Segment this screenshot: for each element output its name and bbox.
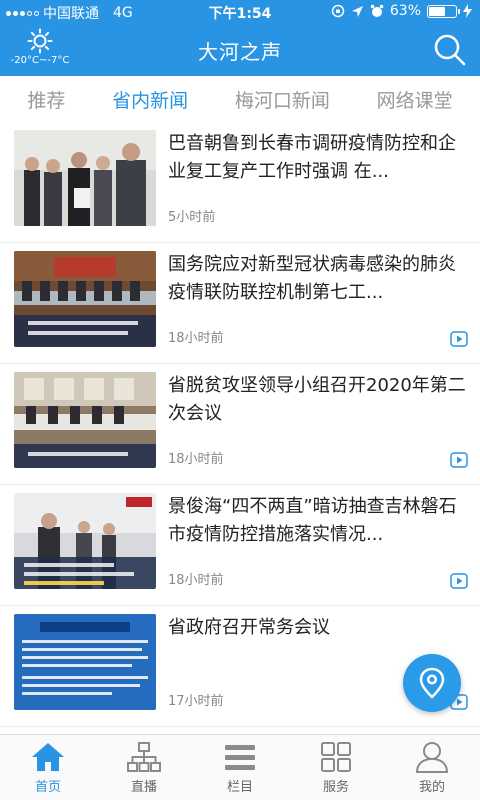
nav-label: 栏目 [226,780,253,795]
news-title: 景俊海“四不两直”暗访抽查吉林磐石市疫情防控措施落实情况... [168,496,457,545]
user-icon [415,742,449,773]
tab-recommend[interactable]: 推荐 [21,80,71,119]
news-title: 巴音朝鲁到长春市调研疫情防控和企业复工复产工作时强调 在... [168,133,456,182]
app-title: 大河之声 [198,40,282,64]
video-play-icon [450,331,468,347]
tab-province-news[interactable]: 省内新闻 [106,80,194,119]
news-thumbnail [14,493,156,589]
charging-icon [463,4,472,18]
nav-profile[interactable]: 我的 [384,735,480,800]
news-title: 省脱贫攻坚领导小组召开2020年第二次会议 [168,375,466,424]
broadcast-tree-icon [127,742,161,772]
nav-label: 服务 [322,780,349,795]
category-tabs: 推荐 省内新闻 梅河口新闻 网络课堂 [0,76,480,122]
battery-percent: 63% [389,3,421,19]
alarm-icon [370,4,384,17]
news-time: 18小时前 [168,573,224,588]
nav-live[interactable]: 直播 [96,735,192,800]
news-item[interactable]: 国务院应对新型冠状病毒感染的肺炎疫情联防联控机制第七工... 18小时前 [0,243,480,364]
status-bar: 中国联通 4G 下午1:54 63% [0,0,480,24]
location-button[interactable] [403,654,461,712]
grid-icon [321,742,351,772]
news-thumbnail [14,251,156,347]
menu-icon [225,745,255,770]
search-icon [434,34,466,66]
app-header: -20°C~-7°C 大河之声 [0,24,480,76]
rotation-lock-icon [331,4,345,18]
nav-label: 直播 [130,780,157,795]
news-time: 18小时前 [168,452,224,467]
news-thumbnail [14,614,156,710]
news-title: 国务院应对新型冠状病毒感染的肺炎疫情联防联控机制第七工... [168,254,456,303]
map-pin-icon [419,667,445,699]
location-arrow-icon [351,5,363,17]
tab-meihekou-news[interactable]: 梅河口新闻 [229,80,336,119]
nav-home[interactable]: 首页 [0,735,96,800]
news-thumbnail [14,130,156,226]
bottom-nav: 首页 直播 栏目 服务 我的 [0,734,480,800]
nav-label: 我的 [418,780,445,795]
news-time: 18小时前 [168,331,224,346]
nav-services[interactable]: 服务 [288,735,384,800]
news-item[interactable]: 省脱贫攻坚领导小组召开2020年第二次会议 18小时前 [0,364,480,485]
nav-columns[interactable]: 栏目 [192,735,288,800]
video-play-icon [450,573,468,589]
news-time: 17小时前 [168,694,224,709]
home-icon [32,743,64,771]
news-list: 巴音朝鲁到长春市调研疫情防控和企业复工复产工作时强调 在... 5小时前 国务院… [0,122,480,734]
nav-label: 首页 [34,780,61,795]
video-play-icon [450,452,468,468]
news-time: 5小时前 [168,210,216,225]
search-button[interactable] [432,32,468,68]
news-item[interactable]: 景俊海“四不两直”暗访抽查吉林磐石市疫情防控措施落实情况... 18小时前 [0,485,480,606]
news-thumbnail [14,372,156,468]
battery-icon [427,4,460,18]
tab-online-classroom[interactable]: 网络课堂 [371,80,459,119]
news-item[interactable]: 巴音朝鲁到长春市调研疫情防控和企业复工复产工作时强调 在... 5小时前 [0,122,480,243]
